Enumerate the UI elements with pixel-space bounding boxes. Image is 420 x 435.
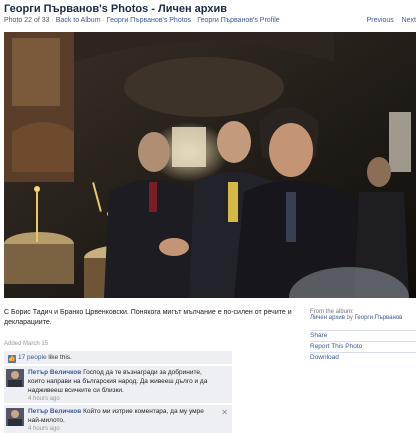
album-link[interactable]: Личен архив [310, 315, 345, 321]
comment-author-link[interactable]: Петър Величков [28, 408, 81, 415]
photo-page: Георги Първанов's Photos - Личен архив P… [0, 0, 420, 435]
comment-time: 4 hours ago [28, 396, 60, 402]
likes-count-link[interactable]: 17 people [18, 354, 47, 361]
comment: Петър Величков Господ да те възнагради з… [4, 366, 232, 403]
pager: Previous Next [367, 17, 416, 24]
album-line: Личен архив by Георги Първанов [310, 315, 416, 321]
by-label: by [346, 315, 353, 321]
back-to-album-link[interactable]: Back to Album [56, 17, 101, 24]
owner-photos-link[interactable]: Георги Първанов's Photos [107, 17, 191, 24]
photo-caption: С Борис Тадич и Бранко Црвенковски. Поня… [4, 309, 292, 326]
likes-bar: 👍 17 people like this. [4, 351, 232, 364]
page-title: Георги Първанов's Photos - Личен архив [4, 3, 227, 15]
comment-time: 4 hours ago [28, 426, 60, 432]
download-link[interactable]: Download [310, 352, 416, 363]
previous-link[interactable]: Previous [367, 17, 394, 24]
next-link[interactable]: Next [402, 17, 416, 24]
photo-counter: Photo 22 of 33 [4, 17, 50, 24]
main-photo[interactable] [4, 32, 416, 298]
album-info: From the album: Личен архив by Георги Пъ… [310, 309, 416, 321]
likes-suffix: like this. [46, 354, 72, 361]
avatar[interactable] [6, 369, 24, 387]
comment-author-link[interactable]: Петър Величков [28, 369, 81, 376]
thumbs-up-icon: 👍 [8, 355, 16, 363]
owner-profile-link[interactable]: Георги Първанов's Profile [197, 17, 279, 24]
comment: Петър Величков Който ми изтрие коментара… [4, 405, 232, 433]
album-owner-link[interactable]: Георги Първанов [355, 315, 403, 321]
close-icon[interactable]: ✕ [221, 408, 228, 417]
avatar[interactable] [6, 408, 24, 426]
comment-body: Петър Величков Който ми изтрие коментара… [28, 407, 218, 434]
comment-body: Петър Величков Господ да те възнагради з… [28, 368, 218, 404]
share-link[interactable]: Share [310, 330, 416, 341]
photo-image [4, 32, 416, 298]
photo-nav-bar: Photo 22 of 33 · Back to Album · Георги … [4, 17, 416, 29]
added-date: Added March 15 [4, 341, 49, 347]
report-photo-link[interactable]: Report This Photo [310, 341, 416, 352]
photo-actions: Share Report This Photo Download [310, 330, 416, 363]
